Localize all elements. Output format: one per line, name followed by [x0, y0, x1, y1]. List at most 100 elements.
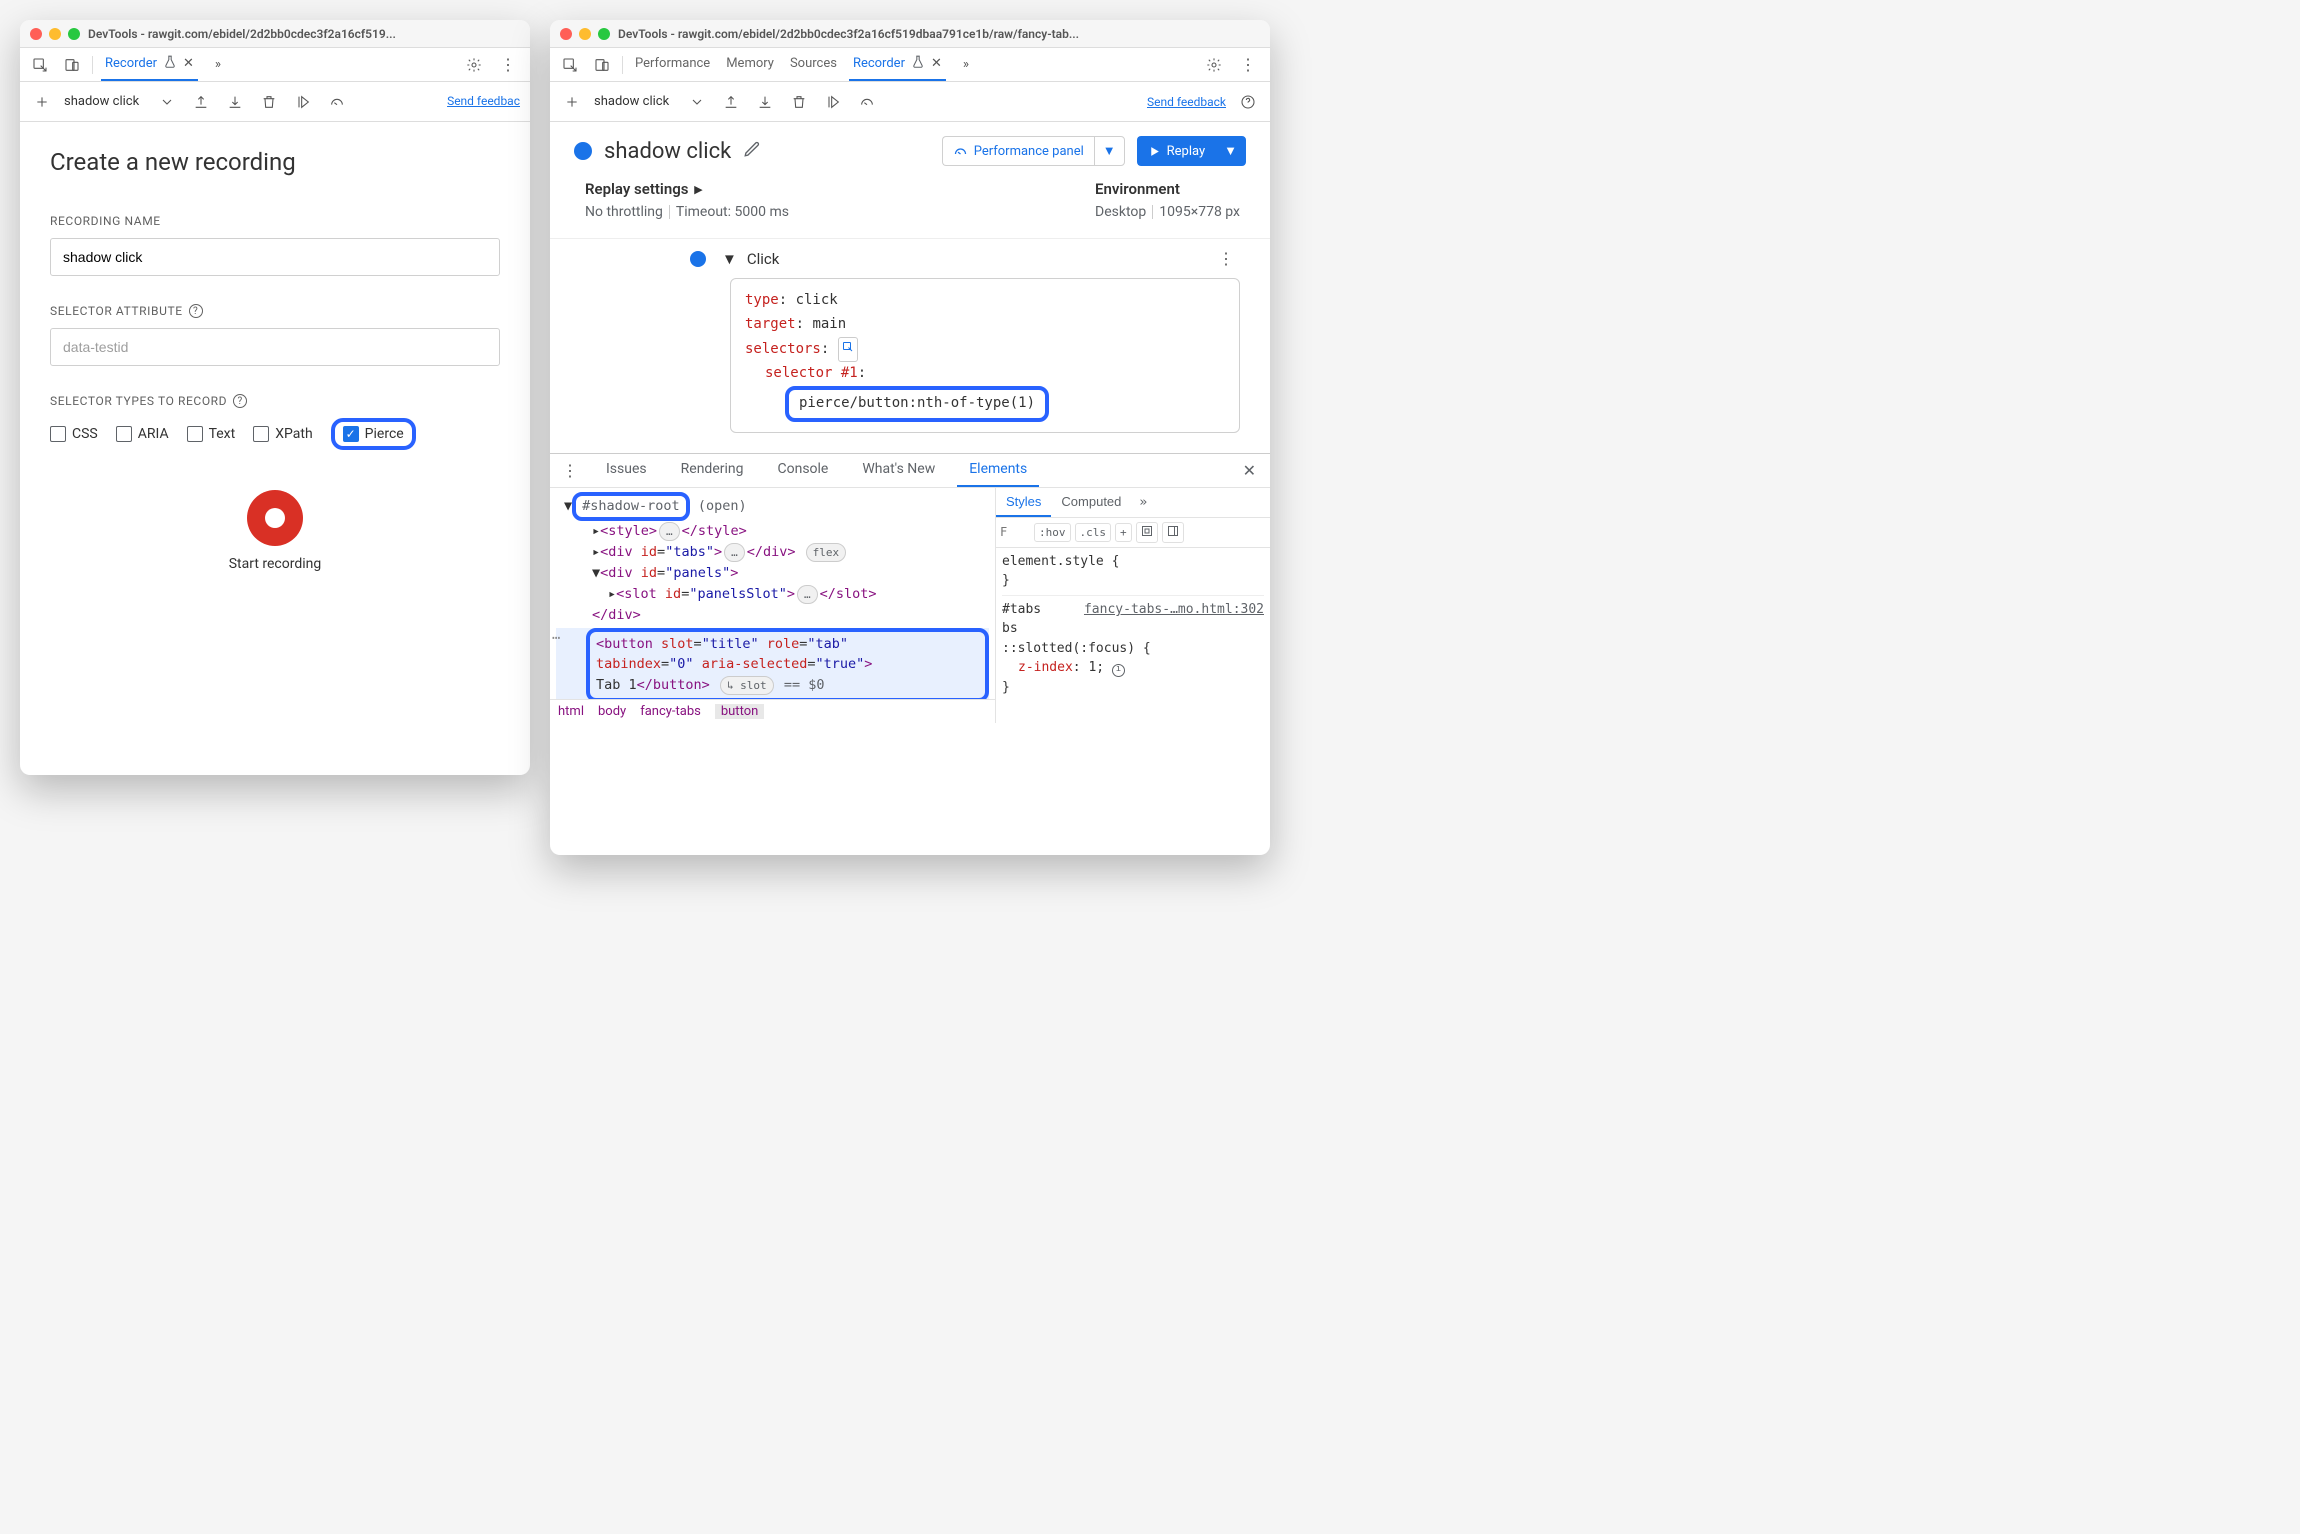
window-title: DevTools - rawgit.com/ebidel/2d2bb0cdec3… — [88, 27, 396, 41]
more-tabs-icon[interactable]: » — [1131, 495, 1155, 510]
tab-performance[interactable]: Performance — [631, 48, 714, 81]
tab-issues[interactable]: Issues — [594, 454, 659, 487]
device-toggle-icon[interactable] — [60, 53, 84, 77]
selector-type-text[interactable]: Text — [187, 426, 236, 442]
minimize-window-icon[interactable] — [579, 28, 591, 40]
inspect-icon[interactable] — [28, 53, 52, 77]
recording-name-label: RECORDING NAME — [50, 214, 500, 228]
edit-icon[interactable] — [743, 140, 761, 162]
window-title: DevTools - rawgit.com/ebidel/2d2bb0cdec3… — [618, 27, 1079, 41]
close-icon[interactable]: ✕ — [931, 56, 942, 71]
export-icon[interactable] — [719, 90, 743, 114]
styles-filter-input[interactable] — [1000, 525, 1030, 539]
info-icon[interactable]: i — [1112, 664, 1125, 677]
selector-type-xpath[interactable]: XPath — [253, 426, 312, 442]
computed-layout-icon[interactable] — [1136, 522, 1158, 543]
tab-rendering[interactable]: Rendering — [669, 454, 756, 487]
close-drawer-icon[interactable]: ✕ — [1235, 461, 1264, 480]
slow-replay-icon[interactable] — [855, 90, 879, 114]
import-icon[interactable] — [753, 90, 777, 114]
flow-title: shadow click — [604, 139, 731, 164]
zoom-window-icon[interactable] — [598, 28, 610, 40]
recording-name-input[interactable] — [50, 238, 500, 276]
tab-console[interactable]: Console — [765, 454, 840, 487]
kebab-menu-icon[interactable]: ⋮ — [1234, 55, 1262, 74]
selector-type-css[interactable]: CSS — [50, 426, 98, 442]
help-icon[interactable] — [1236, 90, 1260, 114]
selector-type-aria[interactable]: ARIA — [116, 426, 169, 442]
step-kebab-icon[interactable]: ⋮ — [1212, 249, 1240, 268]
selector-attribute-label: SELECTOR ATTRIBUTE ? — [50, 304, 500, 318]
replay-button[interactable]: Replay — [1137, 136, 1216, 166]
tab-whats-new[interactable]: What's New — [850, 454, 947, 487]
minimize-window-icon[interactable] — [49, 28, 61, 40]
add-icon[interactable] — [30, 90, 54, 114]
recording-name[interactable]: shadow click — [594, 94, 669, 109]
kebab-menu-icon[interactable]: ⋮ — [494, 55, 522, 74]
devtools-toolbar: Recorder ✕ » ⋮ — [20, 48, 530, 82]
selector-type-pierce[interactable]: Pierce — [343, 426, 404, 442]
tab-styles[interactable]: Styles — [996, 488, 1051, 517]
cls-toggle[interactable]: .cls — [1075, 523, 1112, 542]
chevron-right-icon: ▸ — [694, 180, 702, 198]
replay-settings-heading[interactable]: Replay settings ▸ — [585, 180, 789, 198]
breadcrumb[interactable]: html body fancy-tabs button — [550, 699, 995, 723]
import-icon[interactable] — [223, 90, 247, 114]
send-feedback-link[interactable]: Send feedbac — [447, 95, 520, 108]
tab-computed[interactable]: Computed — [1051, 488, 1131, 517]
gear-icon[interactable] — [1202, 53, 1226, 77]
help-icon[interactable]: ? — [189, 304, 203, 318]
close-icon[interactable]: ✕ — [183, 56, 194, 71]
more-tabs-icon[interactable]: » — [206, 53, 230, 77]
environment-values: Desktop1095×778 px — [1095, 204, 1240, 220]
help-icon[interactable]: ? — [233, 394, 247, 408]
recording-name[interactable]: shadow click — [64, 94, 139, 109]
start-recording-label: Start recording — [50, 556, 500, 572]
chevron-down-icon[interactable] — [685, 90, 709, 114]
replay-dropdown[interactable]: ▼ — [1215, 136, 1246, 166]
close-window-icon[interactable] — [560, 28, 572, 40]
toggle-sidebar-icon[interactable] — [1162, 522, 1184, 543]
step-icon[interactable] — [291, 90, 315, 114]
performance-panel-button[interactable]: Performance panel — [942, 136, 1094, 166]
flask-icon — [911, 55, 925, 73]
step-icon[interactable] — [821, 90, 845, 114]
title-bar: DevTools - rawgit.com/ebidel/2d2bb0cdec3… — [550, 20, 1270, 48]
flask-icon — [163, 55, 177, 73]
drawer-kebab-icon[interactable]: ⋮ — [556, 461, 584, 480]
delete-icon[interactable] — [787, 90, 811, 114]
gear-icon[interactable] — [462, 53, 486, 77]
new-rule-icon[interactable]: + — [1115, 523, 1132, 542]
tab-recorder[interactable]: Recorder ✕ — [849, 48, 946, 81]
more-tabs-icon[interactable]: » — [954, 53, 978, 77]
start-recording-button[interactable] — [247, 490, 303, 546]
step-label[interactable]: Click — [747, 250, 780, 268]
send-feedback-link[interactable]: Send feedback — [1147, 95, 1226, 109]
status-dot-icon — [574, 142, 592, 160]
inspect-icon[interactable] — [838, 337, 858, 363]
tab-memory[interactable]: Memory — [722, 48, 778, 81]
step-dot-icon — [690, 251, 706, 267]
tab-sources[interactable]: Sources — [786, 48, 841, 81]
zoom-window-icon[interactable] — [68, 28, 80, 40]
slow-replay-icon[interactable] — [325, 90, 349, 114]
add-icon[interactable] — [560, 90, 584, 114]
delete-icon[interactable] — [257, 90, 281, 114]
dom-tree[interactable]: ▼#shadow-root (open) ▸<style>…</style> ▸… — [550, 488, 995, 699]
selector-types-label: SELECTOR TYPES TO RECORD ? — [50, 394, 500, 408]
inspect-icon[interactable] — [558, 53, 582, 77]
device-toggle-icon[interactable] — [590, 53, 614, 77]
styles-body[interactable]: element.style { } #tabsfancy-tabs-…mo.ht… — [996, 548, 1270, 723]
tab-recorder[interactable]: Recorder ✕ — [101, 48, 198, 81]
export-icon[interactable] — [189, 90, 213, 114]
page-title: Create a new recording — [50, 148, 500, 176]
hov-toggle[interactable]: :hov — [1034, 523, 1071, 542]
chevron-down-icon[interactable] — [155, 90, 179, 114]
step-body: type: click target: main selectors: sele… — [730, 278, 1240, 433]
tab-label: Recorder — [105, 56, 157, 71]
tab-elements[interactable]: Elements — [957, 454, 1039, 487]
close-window-icon[interactable] — [30, 28, 42, 40]
chevron-down-icon[interactable]: ▼ — [722, 250, 737, 268]
performance-panel-dropdown[interactable]: ▼ — [1094, 136, 1125, 166]
selector-attribute-input[interactable] — [50, 328, 500, 366]
